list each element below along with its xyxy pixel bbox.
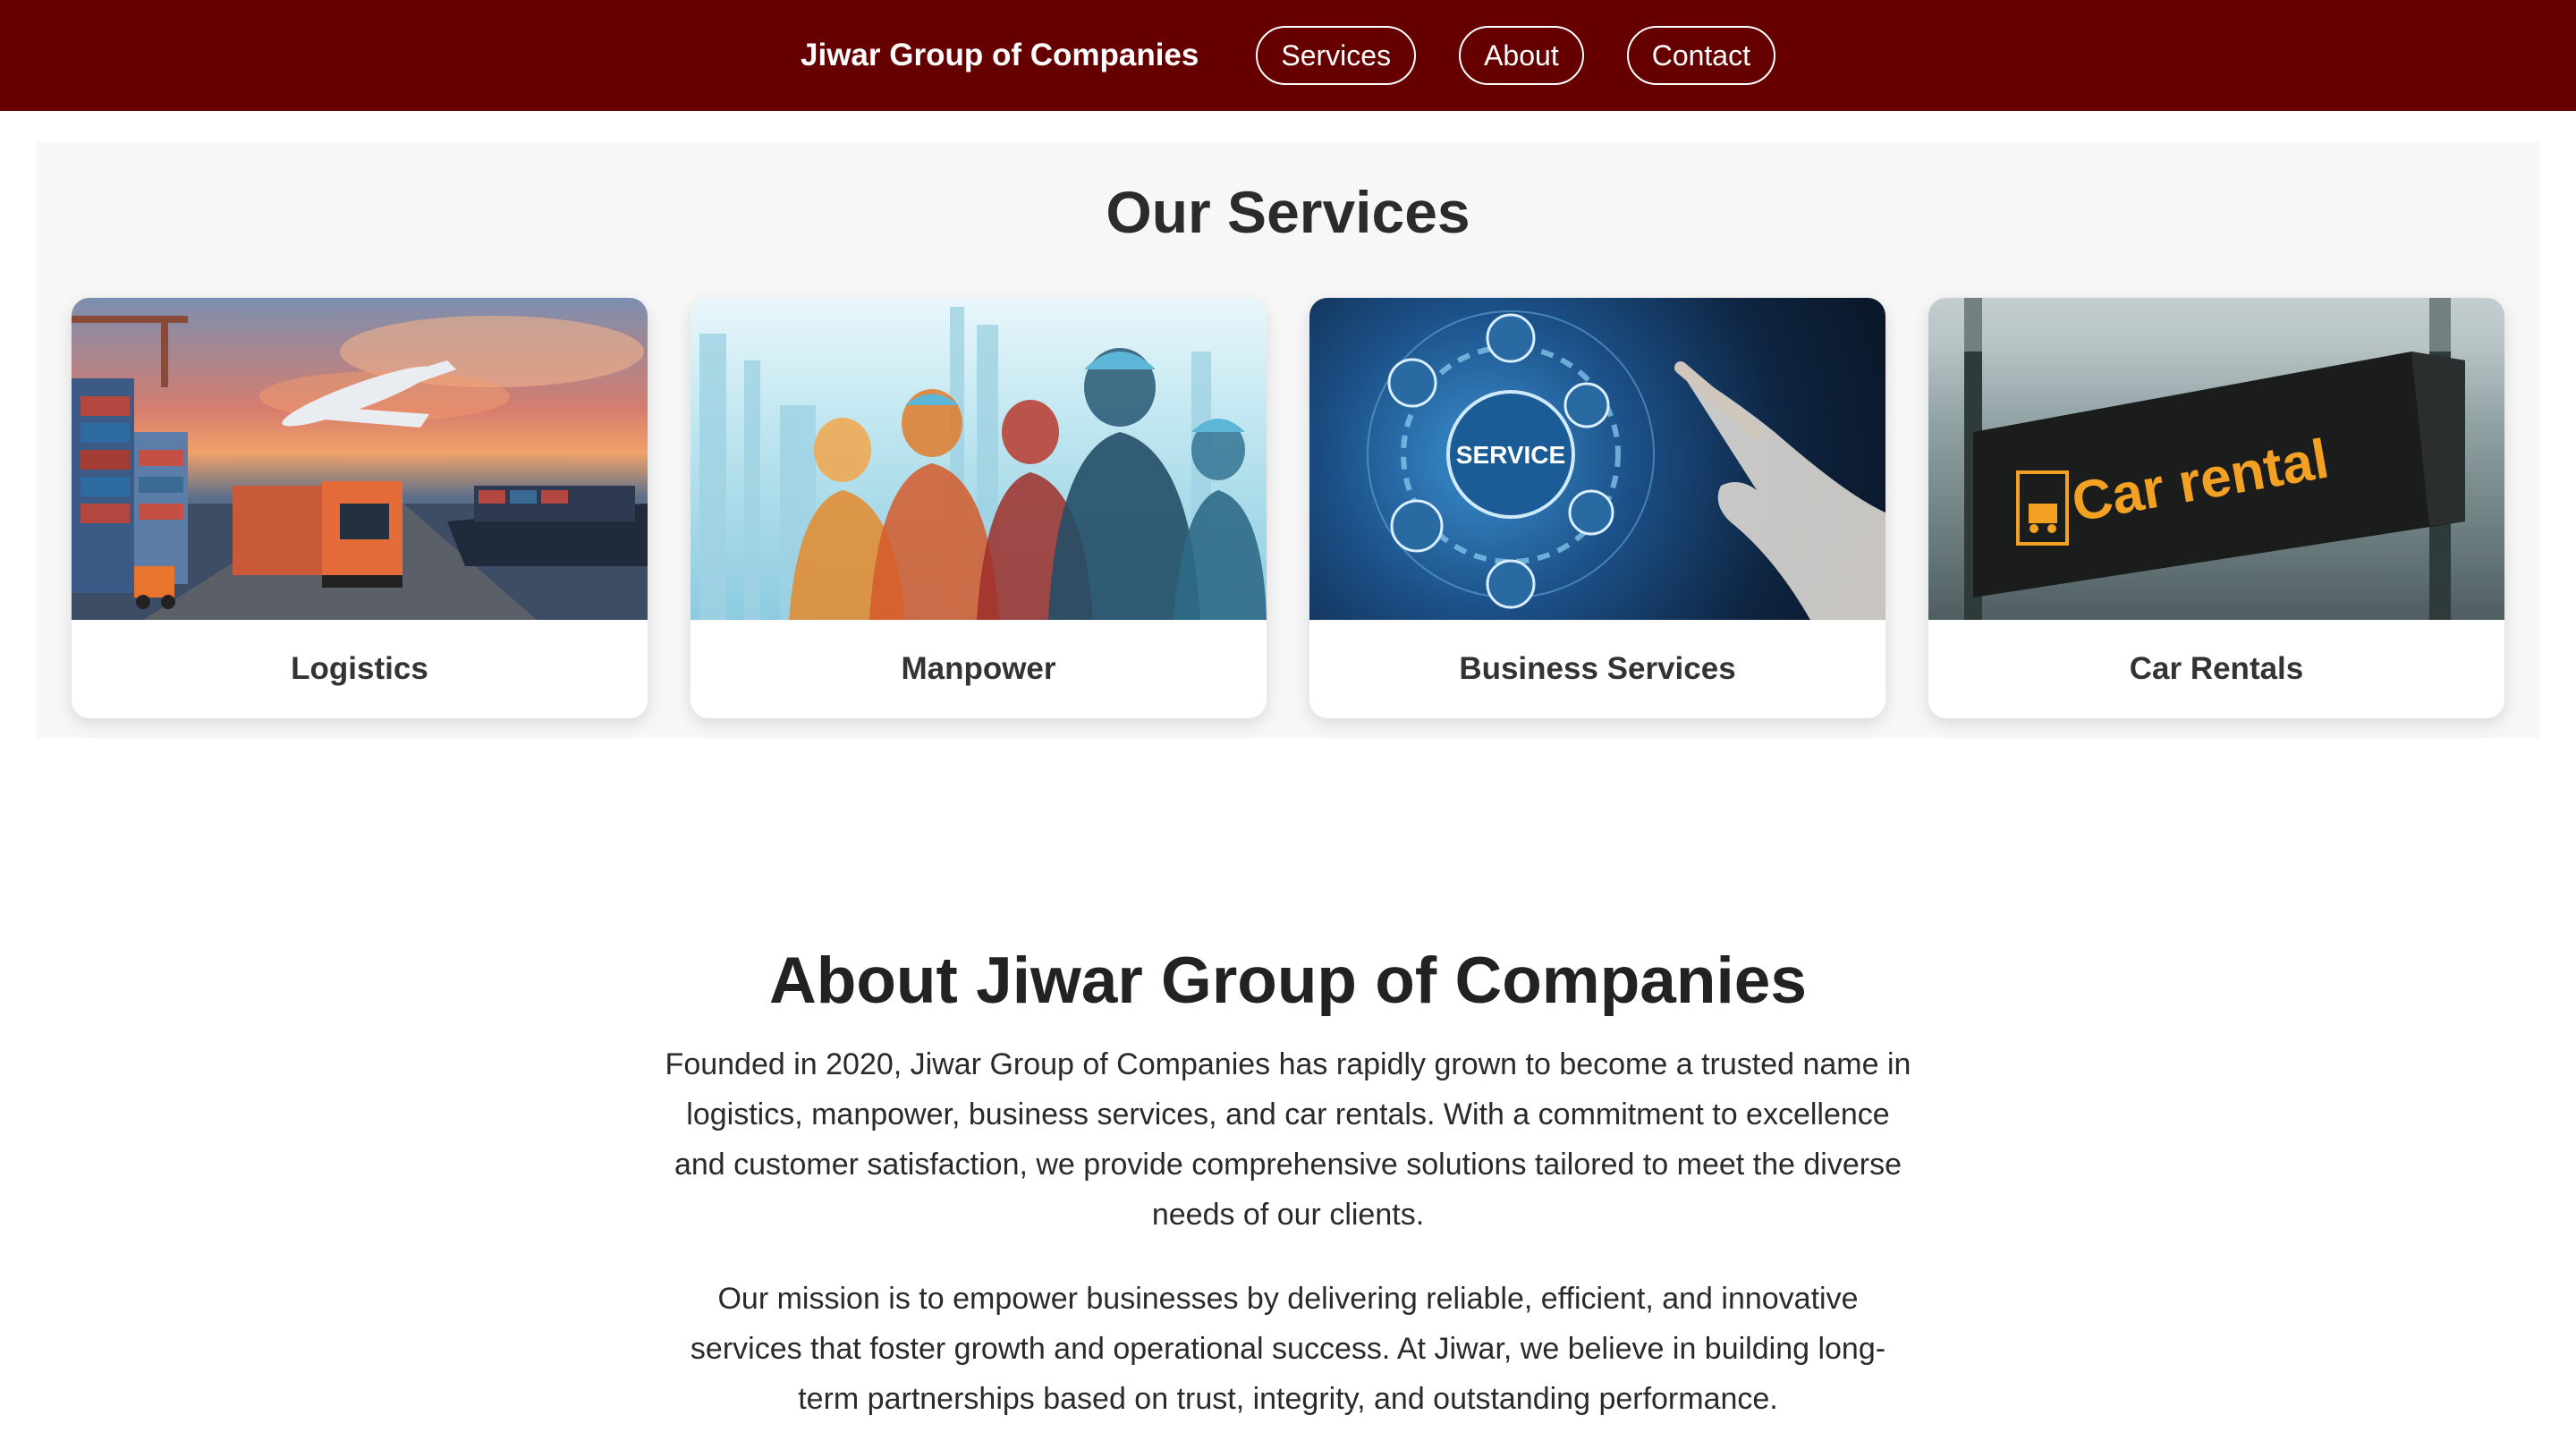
- service-cards: Logistics Manpower SERVICE Business Serv…: [72, 298, 2504, 718]
- car-rental-illustration: Car rental: [1928, 298, 2504, 620]
- service-card-car-rentals[interactable]: Car rental Car Rentals: [1928, 298, 2504, 718]
- nav-link-services[interactable]: Services: [1256, 26, 1417, 85]
- about-section: About Jiwar Group of Companies Founded i…: [0, 944, 2576, 1424]
- top-navbar: Jiwar Group of Companies Services About …: [0, 0, 2576, 111]
- service-card-business-services[interactable]: SERVICE Business Services: [1309, 298, 1885, 718]
- service-card-manpower[interactable]: Manpower: [691, 298, 1267, 718]
- business-services-image: SERVICE: [1309, 298, 1885, 620]
- service-card-logistics[interactable]: Logistics: [72, 298, 648, 718]
- nav-link-contact[interactable]: Contact: [1626, 26, 1775, 85]
- service-sign-text: SERVICE: [1456, 441, 1565, 469]
- nav-link-about[interactable]: About: [1459, 26, 1584, 85]
- brand-title[interactable]: Jiwar Group of Companies: [801, 38, 1199, 73]
- manpower-illustration: [699, 307, 1267, 620]
- car-rental-image: Car rental: [1928, 298, 2504, 620]
- service-card-title: Logistics: [291, 651, 428, 686]
- logistics-image: [72, 298, 648, 620]
- logistics-illustration: [72, 316, 648, 620]
- services-section: Our Services Logistics Manpower SERVICE …: [36, 142, 2540, 738]
- service-card-title: Car Rentals: [2129, 651, 2304, 686]
- business-services-illustration: SERVICE: [1367, 310, 1885, 620]
- services-heading: Our Services: [1106, 179, 1470, 245]
- service-card-title: Manpower: [901, 651, 1056, 686]
- about-paragraph-1: Founded in 2020, Jiwar Group of Companie…: [665, 1047, 1911, 1232]
- about-paragraph-2: Our mission is to empower businesses by …: [690, 1282, 1886, 1416]
- about-heading: About Jiwar Group of Companies: [769, 945, 1807, 1017]
- service-card-title: Business Services: [1459, 651, 1736, 686]
- manpower-image: [691, 298, 1267, 620]
